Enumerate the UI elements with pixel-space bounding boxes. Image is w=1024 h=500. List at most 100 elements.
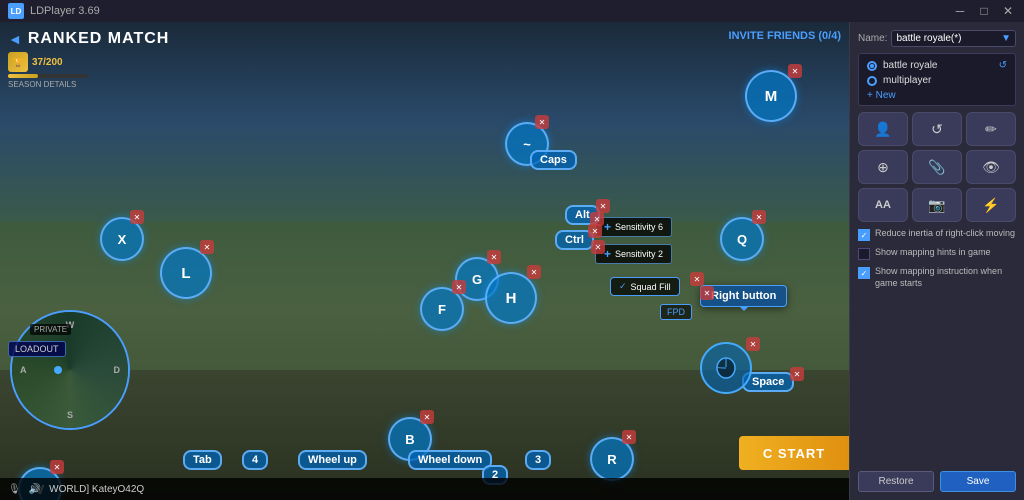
show-instruction-label: Show mapping instruction when game start… <box>875 266 1016 289</box>
radio-dot-1 <box>870 64 874 68</box>
key-tab-label[interactable]: Tab <box>183 450 222 470</box>
checkbox-show-instruction[interactable]: ✓ <box>858 267 870 279</box>
reload-icon[interactable]: ↺ <box>999 60 1007 71</box>
loadout-label[interactable]: LOADOUT <box>8 341 66 357</box>
sensitivity6-label: Sensitivity 6 <box>615 222 663 232</box>
profile-options: battle royale ↺ multiplayer + New <box>858 53 1016 106</box>
show-hints-label: Show mapping hints in game <box>875 247 991 259</box>
radio-dot-2 <box>870 79 874 83</box>
sensitivity2-label: Sensitivity 2 <box>615 249 663 259</box>
key-f-close[interactable]: ✕ <box>452 280 466 294</box>
game-area: ◄ RANKED MATCH 🏆 37/200 SEASON DETAILS I… <box>0 22 849 500</box>
right-click-key[interactable] <box>700 342 752 394</box>
icon-aa[interactable]: AA <box>858 188 908 222</box>
key-4-label[interactable]: 4 <box>242 450 268 470</box>
squad-fill-box[interactable]: ✓ Squad Fill <box>610 277 680 296</box>
icon-eye[interactable]: 👁 <box>966 150 1016 184</box>
checkbox-reduce-inertia-row: ✓ Reduce inertia of right-click moving <box>858 228 1016 241</box>
icon-clip[interactable]: 📎 <box>912 150 962 184</box>
key-space-close[interactable]: ✕ <box>790 367 804 381</box>
checkbox-show-instruction-row: ✓ Show mapping instruction when game sta… <box>858 266 1016 289</box>
fps-badge: FPD <box>660 304 692 320</box>
profile-battle-royale[interactable]: battle royale ↺ <box>863 58 1011 73</box>
bg-sky <box>0 22 849 222</box>
icon-loop[interactable]: ↺ <box>912 112 962 146</box>
window-controls: ─ □ ✕ <box>952 3 1016 19</box>
titlebar: LD LDPlayer 3.69 ─ □ ✕ <box>0 0 1024 22</box>
minimap-player <box>54 366 62 374</box>
plus-icon: + <box>604 220 611 234</box>
name-label: Name: <box>858 33 887 44</box>
app-title: LDPlayer 3.69 <box>30 5 100 17</box>
icon-person[interactable]: 👤 <box>858 112 908 146</box>
key-l-close[interactable]: ✕ <box>200 240 214 254</box>
profile-name-value: battle royale(*) <box>896 33 961 44</box>
key-3-label[interactable]: 3 <box>525 450 551 470</box>
right-click-close[interactable]: ✕ <box>746 337 760 351</box>
key-caps-label[interactable]: Caps <box>530 150 577 170</box>
wasd-a: A <box>20 365 27 375</box>
icon-bolt[interactable]: ⚡ <box>966 188 1016 222</box>
sensitivity6-box[interactable]: + Sensitivity 6 <box>595 217 672 237</box>
key-x-close[interactable]: ✕ <box>130 210 144 224</box>
maximize-button[interactable]: □ <box>976 3 992 19</box>
key-tilde-close[interactable]: ✕ <box>535 115 549 129</box>
start-button[interactable]: C START <box>739 436 849 470</box>
radio-outer-1 <box>867 61 877 71</box>
private-label: PRIVATE <box>30 324 71 335</box>
key-b-close[interactable]: ✕ <box>420 410 434 424</box>
right-panel: Name: battle royale(*) ▼ battle royale ↺… <box>849 22 1024 500</box>
reduce-inertia-label: Reduce inertia of right-click moving <box>875 228 1015 240</box>
panel-buttons: Restore Save <box>858 471 1016 492</box>
key-m-close[interactable]: ✕ <box>788 64 802 78</box>
key-wheeldown-label[interactable]: Wheel down <box>408 450 492 470</box>
checkbox-show-hints-row: Show mapping hints in game <box>858 247 1016 260</box>
close-button[interactable]: ✕ <box>1000 3 1016 19</box>
key-l[interactable]: L <box>160 247 212 299</box>
key-v-close[interactable]: ✕ <box>50 460 64 474</box>
main-layout: ◄ RANKED MATCH 🏆 37/200 SEASON DETAILS I… <box>0 22 1024 500</box>
save-button[interactable]: Save <box>940 471 1016 492</box>
radio-outer-2 <box>867 76 877 86</box>
key-ctrl-close[interactable]: ✕ <box>588 224 602 238</box>
wasd-d: D <box>114 365 121 375</box>
sensitivity2-box[interactable]: + Sensitivity 2 <box>595 244 672 264</box>
profile-name-row: Name: battle royale(*) ▼ <box>858 30 1016 47</box>
mic-icon: 🎙 <box>8 484 21 495</box>
profile-multiplayer[interactable]: multiplayer <box>863 73 1011 88</box>
checkbox-reduce-inertia[interactable]: ✓ <box>858 229 870 241</box>
start-label: C START <box>763 446 825 461</box>
profile-select[interactable]: battle royale(*) ▼ <box>891 30 1016 47</box>
key-h[interactable]: H <box>485 272 537 324</box>
app-logo: LD <box>8 3 24 19</box>
new-profile-button[interactable]: + New <box>863 90 1011 101</box>
checkmark-icon: ✓ <box>861 231 868 240</box>
fps-close[interactable]: ✕ <box>700 286 714 300</box>
icon-camera[interactable]: 📷 <box>912 188 962 222</box>
key-alt-close[interactable]: ✕ <box>596 199 610 213</box>
checkmark-icon2: ✓ <box>861 269 868 278</box>
icon-grid: 👤 ↺ ✏ ⊕ 📎 👁 AA 📷 ⚡ <box>858 112 1016 222</box>
key-h-close[interactable]: ✕ <box>527 265 541 279</box>
sensitivity2-close[interactable]: ✕ <box>591 240 605 254</box>
squad-check-icon: ✓ <box>619 281 627 292</box>
bottom-bar: 🎙 🔊 WORLD] KateyO42Q <box>0 478 849 500</box>
dropdown-arrow-icon: ▼ <box>1001 33 1011 44</box>
icon-crosshair[interactable]: ⊕ <box>858 150 908 184</box>
squad-fill-close[interactable]: ✕ <box>690 272 704 286</box>
speaker-icon: 🔊 <box>29 484 41 495</box>
icon-pencil[interactable]: ✏ <box>966 112 1016 146</box>
wasd-s: S <box>67 410 73 420</box>
new-label: + New <box>867 90 896 101</box>
player-name: WORLD] KateyO42Q <box>49 484 144 495</box>
key-q-close[interactable]: ✕ <box>752 210 766 224</box>
squad-fill-label: Squad Fill <box>631 282 671 292</box>
checkbox-show-hints[interactable] <box>858 248 870 260</box>
multiplayer-label: multiplayer <box>883 75 931 86</box>
key-r-close[interactable]: ✕ <box>622 430 636 444</box>
restore-button[interactable]: Restore <box>858 471 934 492</box>
battle-royale-label: battle royale <box>883 60 937 71</box>
key-wheelup-label[interactable]: Wheel up <box>298 450 367 470</box>
minimize-button[interactable]: ─ <box>952 3 968 19</box>
key-g-close[interactable]: ✕ <box>487 250 501 264</box>
